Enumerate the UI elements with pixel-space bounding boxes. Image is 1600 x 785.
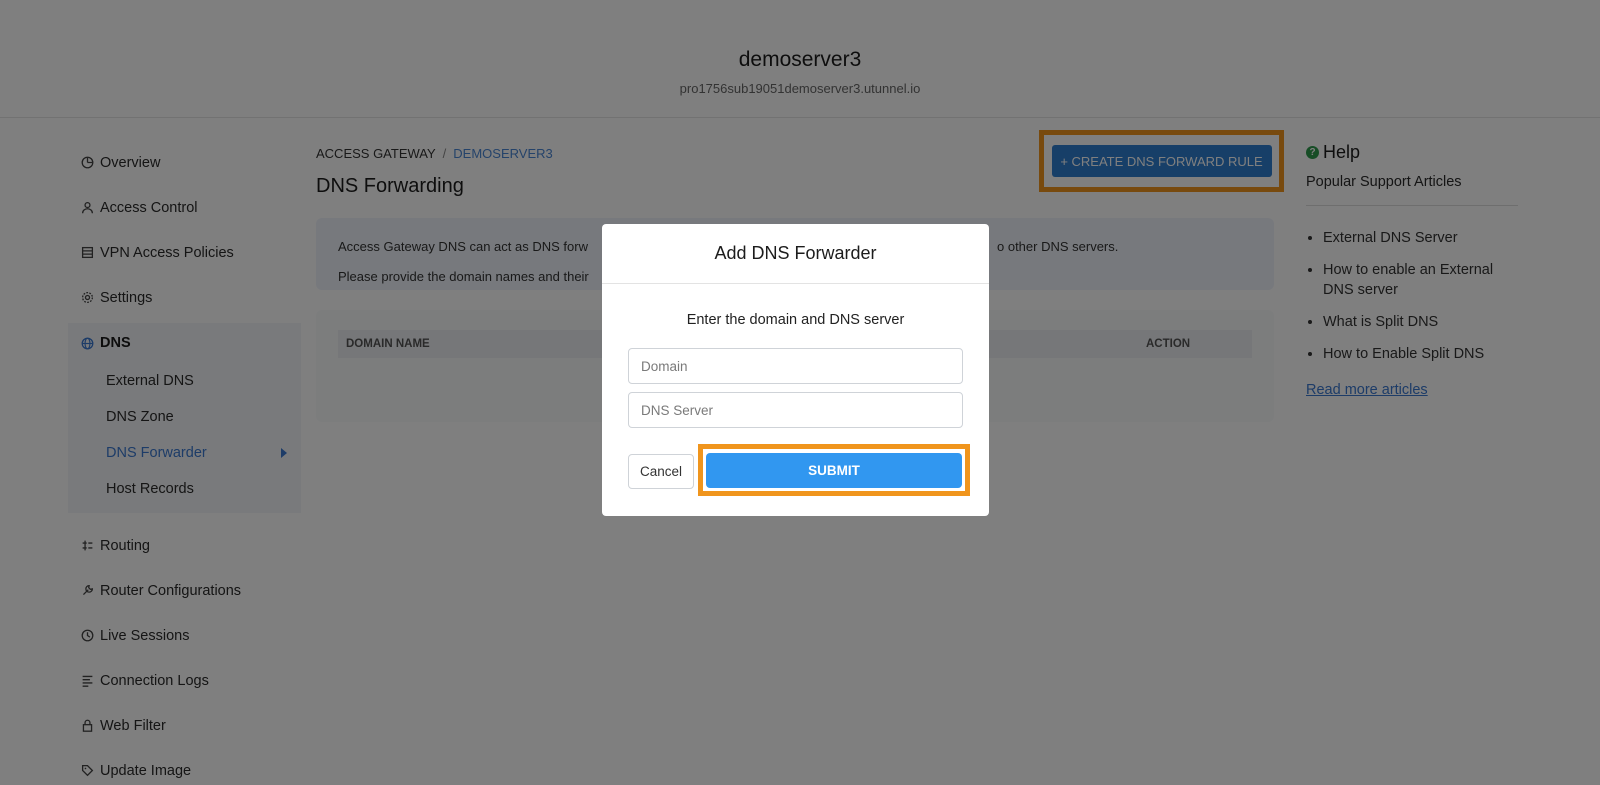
add-dns-forwarder-modal: Add DNS Forwarder Enter the domain and D…	[602, 224, 989, 516]
modal-actions: Cancel SUBMIT	[628, 444, 970, 496]
submit-button-highlight: SUBMIT	[698, 444, 970, 496]
modal-body: Enter the domain and DNS server Cancel S…	[602, 312, 989, 496]
cancel-button[interactable]: Cancel	[628, 454, 694, 489]
modal-title: Add DNS Forwarder	[602, 224, 989, 284]
submit-button[interactable]: SUBMIT	[706, 452, 962, 488]
domain-input[interactable]	[628, 348, 963, 384]
dns-server-input[interactable]	[628, 392, 963, 428]
modal-description: Enter the domain and DNS server	[686, 312, 905, 328]
